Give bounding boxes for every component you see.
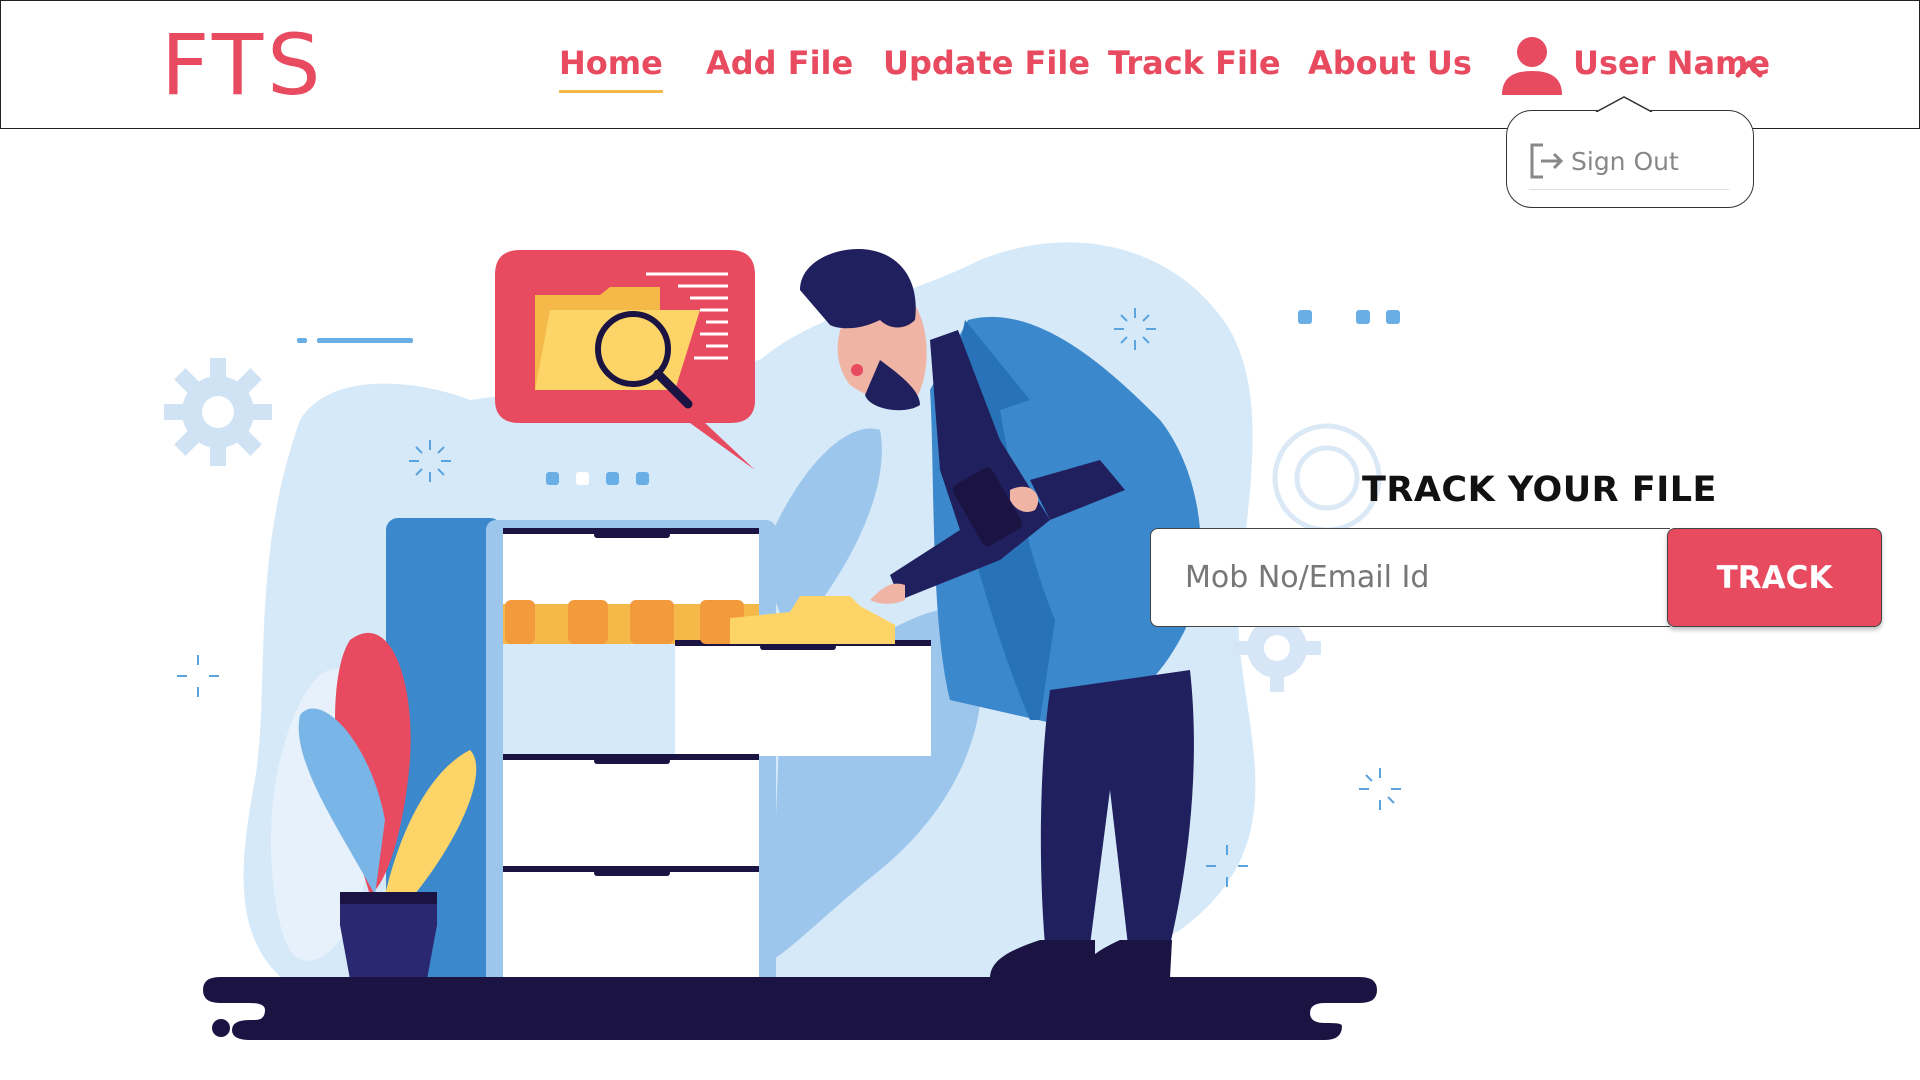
nav-home[interactable]: Home [559,47,663,93]
nav-about-us[interactable]: About Us [1308,47,1472,79]
track-title: TRACK YOUR FILE [1362,470,1717,510]
gear-icon [164,358,272,466]
ground-shape [203,977,1377,1040]
nav-add-file[interactable]: Add File [706,47,853,79]
chevron-up-icon[interactable] [1734,57,1764,79]
dropdown-pointer [1595,96,1653,112]
nav-update-file[interactable]: Update File [883,47,1090,79]
user-icon[interactable] [1499,35,1565,97]
sign-out-menu-item[interactable]: Sign Out [1527,141,1679,181]
track-search-input[interactable] [1150,528,1670,627]
brand-logo[interactable]: FTS [161,23,324,107]
sign-out-icon [1530,143,1564,179]
user-dropdown-menu: Sign Out [1506,110,1754,208]
sign-out-label: Sign Out [1571,146,1679,176]
track-button[interactable]: TRACK [1667,528,1882,627]
nav-track-file[interactable]: Track File [1108,47,1281,79]
dropdown-divider [1529,189,1729,190]
